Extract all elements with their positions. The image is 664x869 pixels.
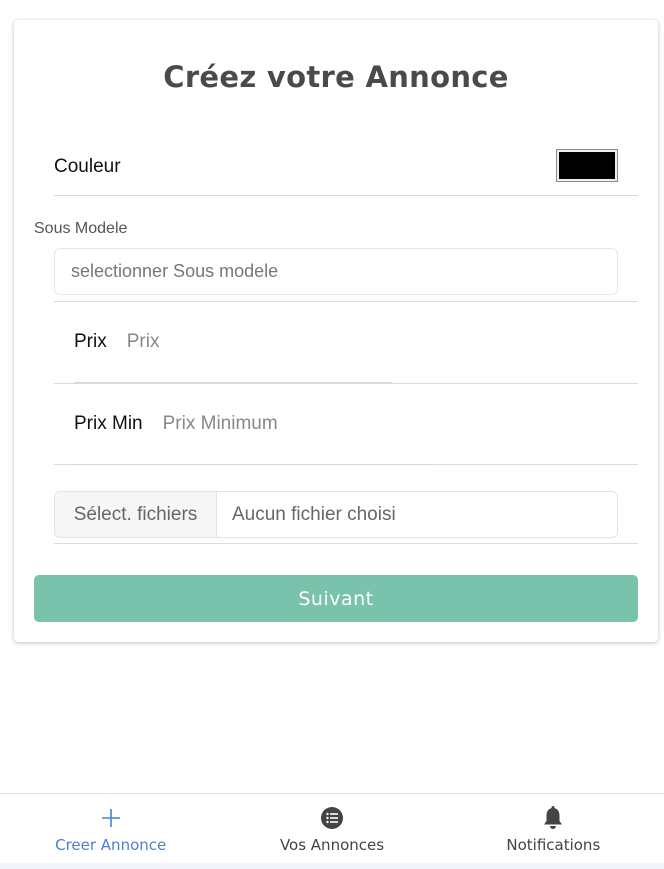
file-status: Aucun fichier choisi <box>232 503 396 525</box>
page-title: Créez votre Annonce <box>163 60 509 94</box>
nav-item-vos-annonces[interactable]: Vos Annonces <box>221 794 442 863</box>
bottom-nav: Creer Annonce Vos Annonces Notifications <box>0 793 664 863</box>
color-swatch-fill <box>559 152 615 179</box>
bell-icon <box>541 806 565 830</box>
nav-item-creer-annonce[interactable]: Creer Annonce <box>0 794 221 863</box>
next-button[interactable]: Suivant <box>34 575 638 622</box>
nav-label-creer-annonce: Creer Annonce <box>55 836 167 854</box>
couleur-row: Couleur <box>54 148 638 196</box>
prix-min-row: Prix Min <box>54 384 638 465</box>
prix-input[interactable] <box>126 331 307 353</box>
nav-label-vos-annonces: Vos Annonces <box>279 836 385 854</box>
prix-min-field: Prix Min <box>74 384 430 465</box>
file-input[interactable]: Sélect. fichiers Aucun fichier choisi <box>54 491 618 538</box>
file-row: Sélect. fichiers Aucun fichier choisi <box>54 465 638 544</box>
bottom-strip <box>0 863 664 869</box>
list-icon <box>320 806 344 830</box>
file-select-button[interactable]: Sélect. fichiers <box>55 492 217 537</box>
prix-field: Prix <box>74 302 392 383</box>
couleur-label: Couleur <box>54 156 121 177</box>
sous-modele-select[interactable] <box>54 248 618 295</box>
color-picker[interactable] <box>556 149 618 182</box>
prix-label: Prix <box>74 331 107 352</box>
prix-row: Prix <box>54 302 638 384</box>
prix-min-input[interactable] <box>162 413 343 435</box>
sous-modele-label: Sous Modele <box>34 220 128 237</box>
nav-label-notifications: Notifications <box>506 836 601 854</box>
nav-item-notifications[interactable]: Notifications <box>443 794 664 863</box>
sous-modele-row <box>54 248 638 302</box>
prix-min-label: Prix Min <box>74 413 143 434</box>
plus-icon <box>99 806 123 830</box>
form-card: Créez votre Annonce Couleur Sous Modele … <box>14 20 658 642</box>
